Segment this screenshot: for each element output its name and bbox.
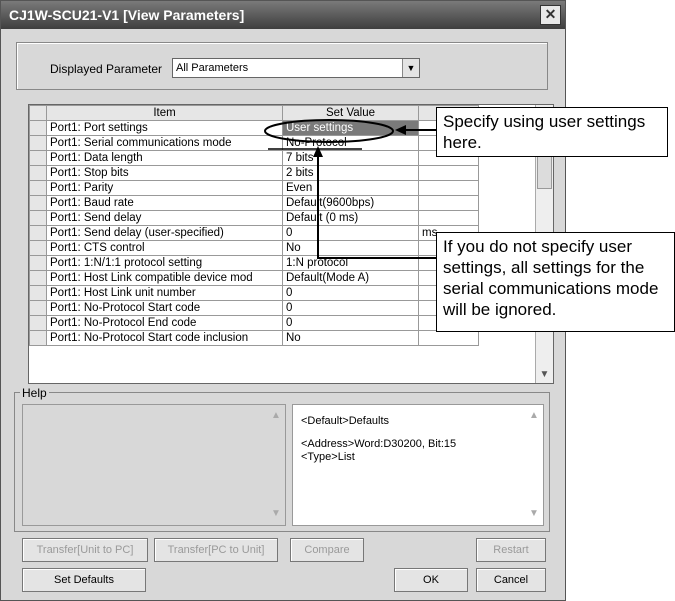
table-row[interactable]: Port1: Send delay (user-specified) 0 ms [29,225,479,241]
help-default-line: <Default>Defaults [301,415,390,427]
row-header-cell [29,315,47,331]
help-label: Help [20,386,49,400]
parameter-unit-cell [418,330,479,346]
parameter-value-cell[interactable]: Default (0 ms) [282,210,419,226]
parameter-value-cell[interactable]: 7 bits [282,150,419,166]
scroll-down-icon[interactable]: ▼ [536,366,553,383]
row-header-cell [29,120,47,136]
row-header-cell [29,165,47,181]
chevron-down-icon[interactable]: ▼ [402,59,419,77]
scroll-up-icon[interactable]: ▲ [527,409,541,423]
parameter-value-cell[interactable]: 0 [282,315,419,331]
parameter-name-cell: Port1: Port settings [46,120,283,136]
table-row[interactable]: Port1: No-Protocol Start code 0 [29,300,479,316]
set-defaults-button[interactable]: Set Defaults [22,568,146,592]
row-header-cell [29,135,47,151]
row-header-cell [29,285,47,301]
parameter-name-cell: Port1: No-Protocol Start code inclusion [46,330,283,346]
row-header-corner [29,105,47,121]
table-row[interactable]: Port1: Baud rate Default(9600bps) [29,195,479,211]
transfer-pc-to-unit-button[interactable]: Transfer[PC to Unit] [154,538,278,562]
scroll-down-icon[interactable]: ▼ [527,507,541,521]
column-header-set-value[interactable]: Set Value [282,105,419,121]
parameter-unit-cell [418,210,479,226]
table-row[interactable]: Port1: No-Protocol Start code inclusion N… [29,330,479,346]
parameter-table: Item Set Value Port1: Port settings User … [29,105,479,346]
help-text-right: <Default>Defaults <Address>Word:D30200, … [292,404,544,526]
parameter-value-cell[interactable]: No [282,240,419,256]
parameter-value-cell[interactable]: No [282,330,419,346]
table-row[interactable]: Port1: Host Link unit number 0 [29,285,479,301]
parameter-name-cell: Port1: Send delay (user-specified) [46,225,283,241]
table-row[interactable]: Port1: Parity Even [29,180,479,196]
displayed-parameter-label: Displayed Parameter [50,62,163,76]
table-row[interactable]: Port1: Host Link compatible device mod De… [29,270,479,286]
table-row[interactable]: Port1: Data length 7 bits [29,150,479,166]
row-header-cell [29,180,47,196]
ignore-callout: If you do not specify user settings, all… [436,232,675,332]
row-header-cell [29,300,47,316]
column-header-item[interactable]: Item [46,105,283,121]
help-type-line: <Type>List [301,451,355,463]
row-header-cell [29,240,47,256]
table-row[interactable]: Port1: CTS control No [29,240,479,256]
parameter-unit-cell [418,180,479,196]
parameter-value-cell[interactable]: Default(Mode A) [282,270,419,286]
specify-callout: Specify using user settings here. [436,107,668,157]
row-header-cell [29,330,47,346]
table-row[interactable]: Port1: Port settings User settings [29,120,479,136]
parameter-name-cell: Port1: Parity [46,180,283,196]
table-header-row: Item Set Value [29,105,479,121]
transfer-unit-to-pc-button[interactable]: Transfer[Unit to PC] [22,538,148,562]
row-header-cell [29,210,47,226]
scroll-down-icon[interactable]: ▼ [269,507,283,521]
parameter-name-cell: Port1: 1:N/1:1 protocol setting [46,255,283,271]
parameter-name-cell: Port1: No-Protocol End code [46,315,283,331]
parameter-value-cell[interactable]: 0 [282,300,419,316]
dialog-title: CJ1W-SCU21-V1 [View Parameters] [1,1,565,29]
scroll-up-icon[interactable]: ▲ [269,409,283,423]
table-row[interactable]: Port1: 1:N/1:1 protocol setting 1:N proto… [29,255,479,271]
row-header-cell [29,270,47,286]
parameter-value-cell[interactable]: 2 bits [282,165,419,181]
parameter-name-cell: Port1: Serial communications mode [46,135,283,151]
table-row[interactable]: Port1: Send delay Default (0 ms) [29,210,479,226]
table-row[interactable]: Port1: Serial communications mode No-Prot… [29,135,479,151]
parameter-name-cell: Port1: Host Link unit number [46,285,283,301]
parameter-unit-cell [418,165,479,181]
parameter-value-cell[interactable]: No-Protocol [282,135,419,151]
parameter-name-cell: Port1: No-Protocol Start code [46,300,283,316]
parameter-name-cell: Port1: Host Link compatible device mod [46,270,283,286]
row-header-cell [29,195,47,211]
parameter-name-cell: Port1: CTS control [46,240,283,256]
close-icon[interactable]: ✕ [540,5,561,25]
row-header-cell [29,225,47,241]
ok-button[interactable]: OK [394,568,468,592]
parameter-name-cell: Port1: Send delay [46,210,283,226]
cancel-button[interactable]: Cancel [476,568,546,592]
parameter-name-cell: Port1: Data length [46,150,283,166]
parameter-value-cell[interactable]: 0 [282,285,419,301]
table-row[interactable]: Port1: Stop bits 2 bits [29,165,479,181]
parameter-value-cell[interactable]: 1:N protocol [282,255,419,271]
row-header-cell [29,255,47,271]
port-settings-select[interactable]: User settings [282,120,419,136]
displayed-parameter-value: All Parameters [176,62,249,74]
restart-button[interactable]: Restart [476,538,546,562]
parameter-name-cell: Port1: Baud rate [46,195,283,211]
parameter-value-cell[interactable]: 0 [282,225,419,241]
row-header-cell [29,150,47,166]
parameter-value-cell[interactable]: Even [282,180,419,196]
grid-scrollbar-thumb[interactable] [537,155,552,189]
table-row[interactable]: Port1: No-Protocol End code 0 [29,315,479,331]
displayed-parameter-select[interactable]: All Parameters ▼ [172,58,420,78]
parameter-value-cell[interactable]: Default(9600bps) [282,195,419,211]
compare-button[interactable]: Compare [290,538,364,562]
help-address-line: <Address>Word:D30200, Bit:15 [301,438,457,450]
parameter-name-cell: Port1: Stop bits [46,165,283,181]
parameter-unit-cell [418,195,479,211]
help-text-left: ▲ ▼ [22,404,286,526]
